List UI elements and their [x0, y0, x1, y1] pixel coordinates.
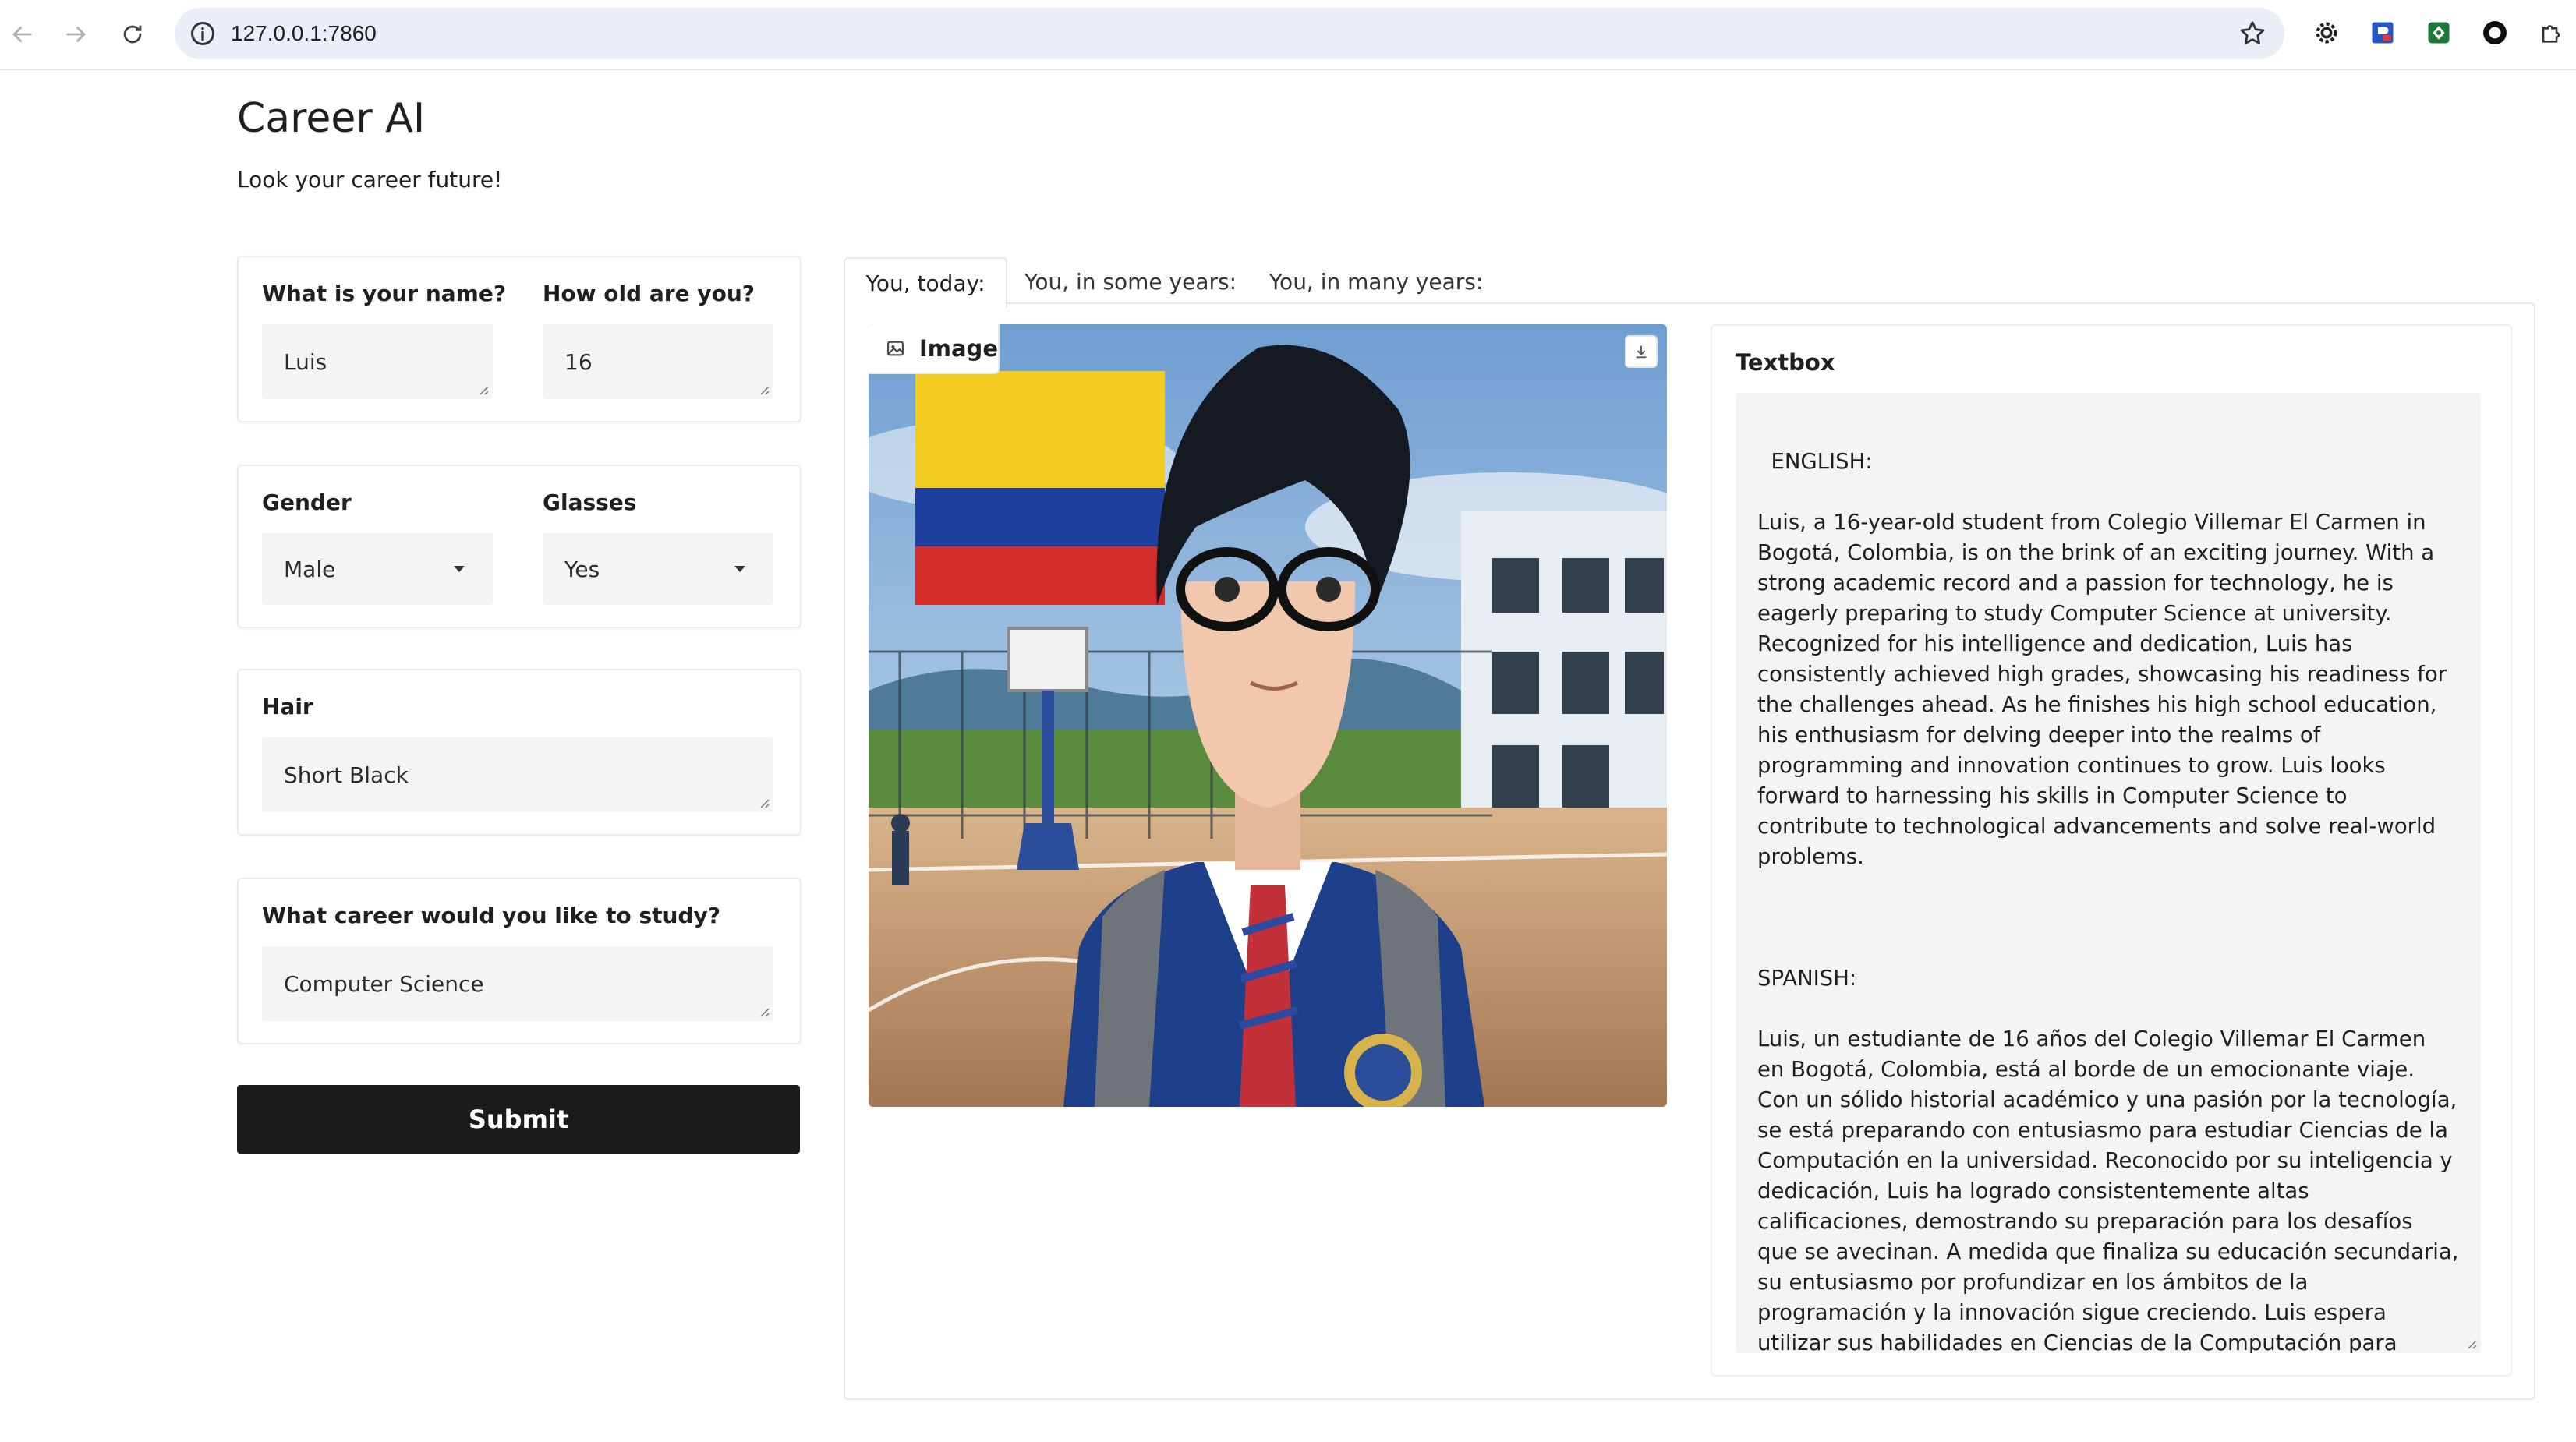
star-icon[interactable]: [2238, 19, 2267, 48]
glasses-label: Glasses: [543, 490, 637, 515]
download-button[interactable]: [1625, 335, 1658, 368]
gear-icon[interactable]: [2311, 17, 2342, 48]
output-textarea[interactable]: ENGLISH: Luis, a 16-year-old student fro…: [1736, 393, 2481, 1353]
resize-handle-icon[interactable]: [2465, 1338, 2478, 1350]
chevron-down-icon: [734, 566, 745, 572]
textbox-label: Textbox: [1736, 349, 1835, 376]
resize-handle-icon[interactable]: [758, 1006, 770, 1018]
page-subtitle: Look your career future!: [237, 167, 503, 193]
glasses-dropdown-value: Yes: [564, 556, 600, 582]
extension-circle-icon[interactable]: [2479, 17, 2511, 48]
resize-handle-icon[interactable]: [758, 383, 770, 396]
age-label: How old are you?: [543, 281, 755, 306]
image-label-text: Image: [918, 335, 998, 362]
download-icon: [1636, 345, 1647, 359]
chevron-down-icon: [454, 566, 465, 572]
resize-handle-icon[interactable]: [758, 797, 770, 809]
hair-input-value: Short Black: [284, 762, 409, 788]
back-arrow-icon[interactable]: [5, 17, 39, 51]
reload-icon[interactable]: [115, 17, 150, 51]
glasses-dropdown[interactable]: Yes: [543, 533, 773, 605]
output-text: ENGLISH: Luis, a 16-year-old student fro…: [1757, 449, 2459, 1353]
name-label: What is your name?: [262, 281, 507, 306]
resize-handle-icon[interactable]: [477, 383, 490, 396]
career-input[interactable]: Computer Science: [262, 946, 773, 1021]
page-title: Career AI: [237, 95, 426, 142]
forward-arrow-icon[interactable]: [59, 17, 94, 51]
image-label: Image: [869, 324, 1000, 374]
gender-dropdown-value: Male: [284, 556, 336, 582]
address-bar[interactable]: 127.0.0.1:7860: [175, 8, 2284, 59]
url-text[interactable]: 127.0.0.1:7860: [231, 19, 377, 48]
extension-blue-icon[interactable]: [2367, 17, 2398, 48]
puzzle-icon[interactable]: [2535, 17, 2567, 48]
tab-some-years[interactable]: You, in some years:: [1014, 257, 1247, 306]
tab-today[interactable]: You, today:: [844, 257, 1007, 307]
extension-green-icon[interactable]: [2423, 17, 2454, 48]
career-input-value: Computer Science: [284, 970, 484, 997]
age-input[interactable]: 16: [543, 324, 773, 399]
gender-dropdown[interactable]: Male: [262, 533, 493, 605]
image-icon: [887, 341, 904, 356]
name-input[interactable]: Luis: [262, 324, 493, 399]
tab-many-years[interactable]: You, in many years:: [1263, 257, 1489, 306]
browser-toolbar: 127.0.0.1:7860: [0, 0, 2576, 70]
generated-image[interactable]: [869, 324, 1667, 1107]
hair-input[interactable]: Short Black: [262, 737, 773, 812]
gender-label: Gender: [262, 490, 352, 515]
name-input-value: Luis: [284, 348, 327, 375]
career-label: What career would you like to study?: [262, 903, 720, 928]
age-input-value: 16: [564, 348, 593, 375]
info-icon[interactable]: [189, 19, 217, 48]
submit-button[interactable]: Submit: [237, 1085, 800, 1154]
hair-label: Hair: [262, 694, 313, 719]
